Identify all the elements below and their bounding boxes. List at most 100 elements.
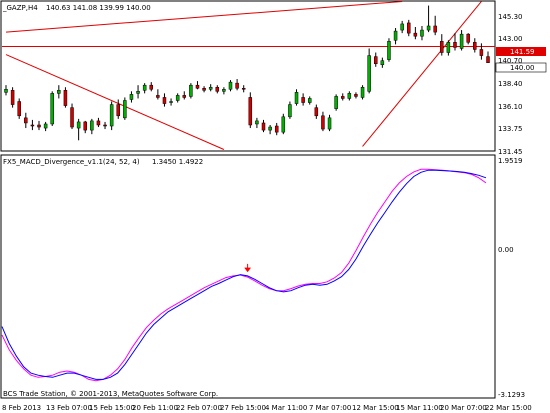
copyright-text: BCS Trade Station, © 2001-2013, MetaQuot…: [3, 390, 218, 398]
candle-bull: [4, 89, 8, 93]
candle-bear: [241, 87, 246, 90]
candle-bull: [43, 123, 48, 129]
time-tick: 12 Mar 15:00: [352, 404, 399, 412]
time-tick: 13 Feb 07:00: [46, 404, 92, 412]
candle-bull: [393, 30, 398, 41]
candle-bull: [129, 94, 134, 100]
candle-bear: [466, 33, 470, 43]
candle-bull: [380, 60, 385, 66]
price-tick: 136.10: [498, 103, 523, 111]
candle-bull: [222, 89, 226, 92]
candle-bull: [446, 42, 451, 53]
candle-bear: [340, 96, 345, 99]
candle-bear: [433, 25, 437, 33]
candle-bear: [235, 82, 239, 89]
chart-canvas[interactable]: _GAZP,H4 140.63 141.08 139.99 140.00 FX5…: [0, 0, 550, 413]
candle-bull: [281, 116, 286, 133]
price-tick: 138.40: [498, 80, 523, 88]
candle-bear: [215, 86, 220, 92]
hline-price-marker: 141.59: [496, 47, 546, 56]
candle-bull: [334, 96, 338, 109]
candle-bear: [83, 121, 87, 131]
candle-bear: [149, 84, 154, 90]
candle-bear: [314, 107, 319, 117]
candle-bear: [24, 117, 28, 124]
candle-bear: [63, 90, 68, 106]
candle-bull: [57, 90, 61, 94]
candle-bull: [347, 93, 352, 99]
candle-bear: [261, 122, 266, 131]
indicator-tick: 1.9519: [498, 157, 523, 165]
price-tick: 131.45: [498, 148, 523, 156]
candle-bear: [321, 115, 325, 130]
candle-bear: [10, 90, 15, 105]
candle-bull: [90, 120, 94, 131]
time-tick: 15 Mar 11:00: [396, 404, 443, 412]
candle-bear: [96, 120, 101, 126]
time-tick: 22 Feb 07:00: [176, 404, 222, 412]
candle-bull: [367, 55, 371, 92]
candle-bear: [202, 87, 206, 91]
candle-bear: [195, 84, 200, 89]
indicator-values: 1.3450 1.4922: [152, 158, 203, 166]
candle-bear: [479, 49, 484, 56]
candle-bull: [387, 41, 391, 60]
time-tick: 7 Mar 07:00: [309, 404, 351, 412]
candle-bull: [123, 100, 127, 119]
candle-bear: [486, 56, 490, 63]
current-price-marker: 140.00: [495, 62, 547, 73]
candle-bear: [413, 32, 418, 37]
candle-bear: [103, 124, 107, 127]
ohlc-readout: 140.63 141.08 139.99 140.00: [46, 4, 151, 12]
time-tick: 20 Mar 07:00: [440, 404, 487, 412]
candle-bull: [420, 29, 424, 37]
candle-bull: [142, 84, 147, 91]
candle-bull: [294, 92, 299, 104]
candle-bear: [248, 97, 253, 126]
indicator-tick: 0.00: [498, 246, 514, 254]
price-tick: 145.30: [498, 13, 523, 21]
current-price-text: 140.00: [510, 64, 535, 72]
candle-bull: [426, 25, 431, 31]
candle-bear: [453, 42, 457, 48]
candle-bear: [37, 124, 41, 128]
candle-bull: [76, 121, 81, 129]
candle-bear: [156, 95, 160, 98]
candle-bull: [459, 33, 464, 49]
candle-bear: [407, 22, 411, 34]
candle-bear: [17, 101, 21, 117]
candle-bull: [307, 98, 312, 103]
candle-bull: [327, 117, 332, 130]
candle-bull: [189, 84, 193, 97]
candle-bear: [301, 97, 305, 103]
candle-bull: [255, 120, 259, 125]
candle-bull: [136, 91, 140, 94]
candle-bear: [354, 94, 358, 97]
chart-background: [0, 0, 550, 413]
time-tick: 8 Feb 2013: [2, 404, 41, 412]
trading-chart-window[interactable]: _GAZP,H4 140.63 141.08 139.99 140.00 FX5…: [0, 0, 550, 413]
time-axis: 8 Feb 2013 13 Feb 07:00 15 Feb 15:00 20 …: [2, 404, 532, 412]
candle-bear: [162, 97, 167, 104]
candle-bear: [374, 56, 378, 65]
candle-bear: [30, 124, 35, 127]
candle-bull: [288, 104, 292, 118]
candle-bear: [274, 125, 279, 133]
candle-bull: [175, 95, 180, 101]
candle-bear: [473, 42, 477, 50]
time-tick: 15 Feb 15:00: [89, 404, 135, 412]
candle-bear: [70, 107, 74, 128]
time-tick: 4 Mar 11:00: [265, 404, 307, 412]
candle-bear: [116, 104, 120, 117]
candle-bull: [400, 23, 404, 31]
candle-bull: [109, 104, 114, 127]
candle-bull: [360, 86, 365, 98]
candle-bear: [182, 95, 187, 98]
time-tick: 20 Feb 11:00: [132, 404, 178, 412]
indicator-tick: -3.1293: [498, 391, 525, 399]
hline-price-text: 141.59: [510, 48, 535, 56]
symbol-title: _GAZP,H4: [2, 4, 38, 12]
candle-bear: [440, 41, 444, 53]
candle-bull: [268, 126, 272, 131]
indicator-label: FX5_MACD_Divergence_v1.1(24, 52, 4): [3, 158, 140, 166]
